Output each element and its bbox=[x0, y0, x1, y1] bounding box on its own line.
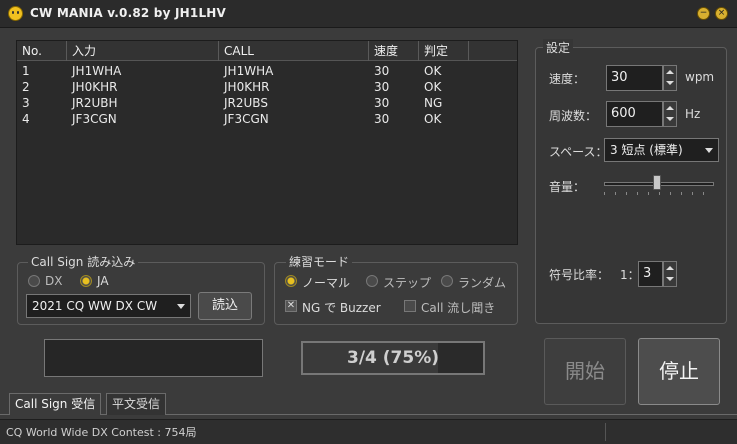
smiley-app-icon bbox=[8, 6, 23, 21]
step-radio-label[interactable]: ステップ bbox=[383, 274, 431, 291]
callsign-group-title: Call Sign 読み込み bbox=[28, 253, 139, 270]
space-select-value: 3 短点 (標準) bbox=[610, 143, 683, 157]
cell-no: 4 bbox=[22, 112, 30, 126]
contest-select-value: 2021 CQ WW DX CW bbox=[32, 299, 158, 313]
cell-input: JH1WHA bbox=[72, 64, 122, 78]
ratio-input[interactable]: 3 bbox=[638, 261, 663, 287]
spin-up-icon[interactable] bbox=[666, 106, 674, 110]
ratio-label: 符号比率： bbox=[549, 268, 610, 282]
result-list[interactable]: No. 入力 CALL 速度 判定 1 JH1WHA JH1WHA 30 OK … bbox=[16, 40, 518, 245]
dx-radio-label[interactable]: DX bbox=[45, 274, 62, 288]
load-button[interactable]: 読込 bbox=[198, 292, 252, 320]
cell-result: OK bbox=[424, 112, 442, 126]
list-header: No. 入力 CALL 速度 判定 bbox=[17, 41, 517, 61]
ja-radio-label[interactable]: JA bbox=[97, 274, 109, 288]
cell-call: JF3CGN bbox=[224, 112, 269, 126]
settings-title: 設定 bbox=[543, 39, 574, 56]
cell-speed: 30 bbox=[374, 80, 390, 94]
cell-result: OK bbox=[424, 80, 442, 94]
cell-speed: 30 bbox=[374, 64, 390, 78]
cell-input: JR2UBH bbox=[72, 96, 118, 110]
volume-label: 音量： bbox=[549, 180, 586, 194]
stop-button[interactable]: 停止 bbox=[638, 338, 720, 405]
cell-call: JH0KHR bbox=[224, 80, 270, 94]
normal-radio-label[interactable]: ノーマル bbox=[302, 274, 350, 291]
spin-up-icon[interactable] bbox=[666, 266, 674, 270]
cell-call: JH1WHA bbox=[224, 64, 274, 78]
ratio-spinner[interactable] bbox=[663, 261, 677, 287]
frequency-label: 周波数： bbox=[549, 109, 598, 123]
col-header-no[interactable]: No. bbox=[17, 41, 67, 61]
title-bar: CW MANIA v.0.82 by JH1LHV − × bbox=[0, 0, 737, 28]
speed-spinner[interactable] bbox=[663, 65, 677, 91]
cell-input: JH0KHR bbox=[72, 80, 118, 94]
status-divider bbox=[605, 423, 606, 441]
ratio-prefix: 1： bbox=[620, 268, 640, 282]
cell-speed: 30 bbox=[374, 112, 390, 126]
ng-buzzer-checkbox[interactable]: ✕ bbox=[285, 300, 297, 312]
spin-down-icon[interactable] bbox=[666, 81, 674, 85]
spin-up-icon[interactable] bbox=[666, 70, 674, 74]
contest-select[interactable]: 2021 CQ WW DX CW bbox=[26, 294, 191, 318]
cell-no: 3 bbox=[22, 96, 30, 110]
table-row[interactable]: 3 JR2UBH JR2UBS 30 NG bbox=[17, 95, 517, 111]
cell-no: 2 bbox=[22, 80, 30, 94]
table-row[interactable]: 1 JH1WHA JH1WHA 30 OK bbox=[17, 63, 517, 79]
status-text: CQ World Wide DX Contest : 754局 bbox=[6, 426, 197, 439]
random-radio[interactable] bbox=[441, 275, 453, 287]
cell-speed: 30 bbox=[374, 96, 390, 110]
tab-plaintext-receive[interactable]: 平文受信 bbox=[106, 393, 167, 415]
answer-input[interactable] bbox=[44, 339, 263, 377]
chevron-down-icon bbox=[705, 148, 713, 153]
frequency-spinner[interactable] bbox=[663, 101, 677, 127]
status-bar: CQ World Wide DX Contest : 754局 bbox=[0, 419, 737, 444]
col-header-result[interactable]: 判定 bbox=[419, 41, 469, 61]
window-title: CW MANIA v.0.82 by JH1LHV bbox=[30, 6, 227, 20]
cell-input: JF3CGN bbox=[72, 112, 117, 126]
tab-callsign-receive[interactable]: Call Sign 受信 bbox=[9, 393, 102, 415]
volume-ticks bbox=[604, 192, 714, 195]
table-row[interactable]: 2 JH0KHR JH0KHR 30 OK bbox=[17, 79, 517, 95]
volume-slider-thumb[interactable] bbox=[653, 175, 661, 190]
progress-display: 3/4 (75%) bbox=[301, 341, 485, 375]
step-radio[interactable] bbox=[366, 275, 378, 287]
spin-down-icon[interactable] bbox=[666, 277, 674, 281]
close-icon[interactable]: × bbox=[715, 7, 728, 20]
speed-input[interactable]: 30 bbox=[606, 65, 663, 91]
practice-mode-title: 練習モード bbox=[286, 253, 353, 270]
dx-radio[interactable] bbox=[28, 275, 40, 287]
space-select[interactable]: 3 短点 (標準) bbox=[604, 138, 719, 162]
progress-text: 3/4 (75%) bbox=[346, 348, 439, 368]
col-header-input[interactable]: 入力 bbox=[67, 41, 219, 61]
minimize-icon[interactable]: − bbox=[697, 7, 710, 20]
chevron-down-icon bbox=[177, 304, 185, 309]
speed-unit: wpm bbox=[685, 70, 715, 84]
ja-radio[interactable] bbox=[80, 275, 92, 287]
random-radio-label[interactable]: ランダム bbox=[458, 274, 506, 291]
col-header-speed[interactable]: 速度 bbox=[369, 41, 419, 61]
cell-result: NG bbox=[424, 96, 443, 110]
cell-result: OK bbox=[424, 64, 442, 78]
table-row[interactable]: 4 JF3CGN JF3CGN 30 OK bbox=[17, 111, 517, 127]
spin-down-icon[interactable] bbox=[666, 117, 674, 121]
cell-call: JR2UBS bbox=[224, 96, 268, 110]
speed-label: 速度： bbox=[549, 72, 586, 86]
call-listen-label[interactable]: Call 流し聞き bbox=[421, 299, 495, 316]
start-button[interactable]: 開始 bbox=[544, 338, 626, 405]
call-listen-checkbox[interactable] bbox=[404, 300, 416, 312]
cell-no: 1 bbox=[22, 64, 30, 78]
space-label: スペース： bbox=[549, 145, 608, 159]
normal-radio[interactable] bbox=[285, 275, 297, 287]
frequency-unit: Hz bbox=[685, 107, 701, 121]
ng-buzzer-label[interactable]: NG で Buzzer bbox=[302, 299, 381, 316]
frequency-input[interactable]: 600 bbox=[606, 101, 663, 127]
col-header-call[interactable]: CALL bbox=[219, 41, 369, 61]
